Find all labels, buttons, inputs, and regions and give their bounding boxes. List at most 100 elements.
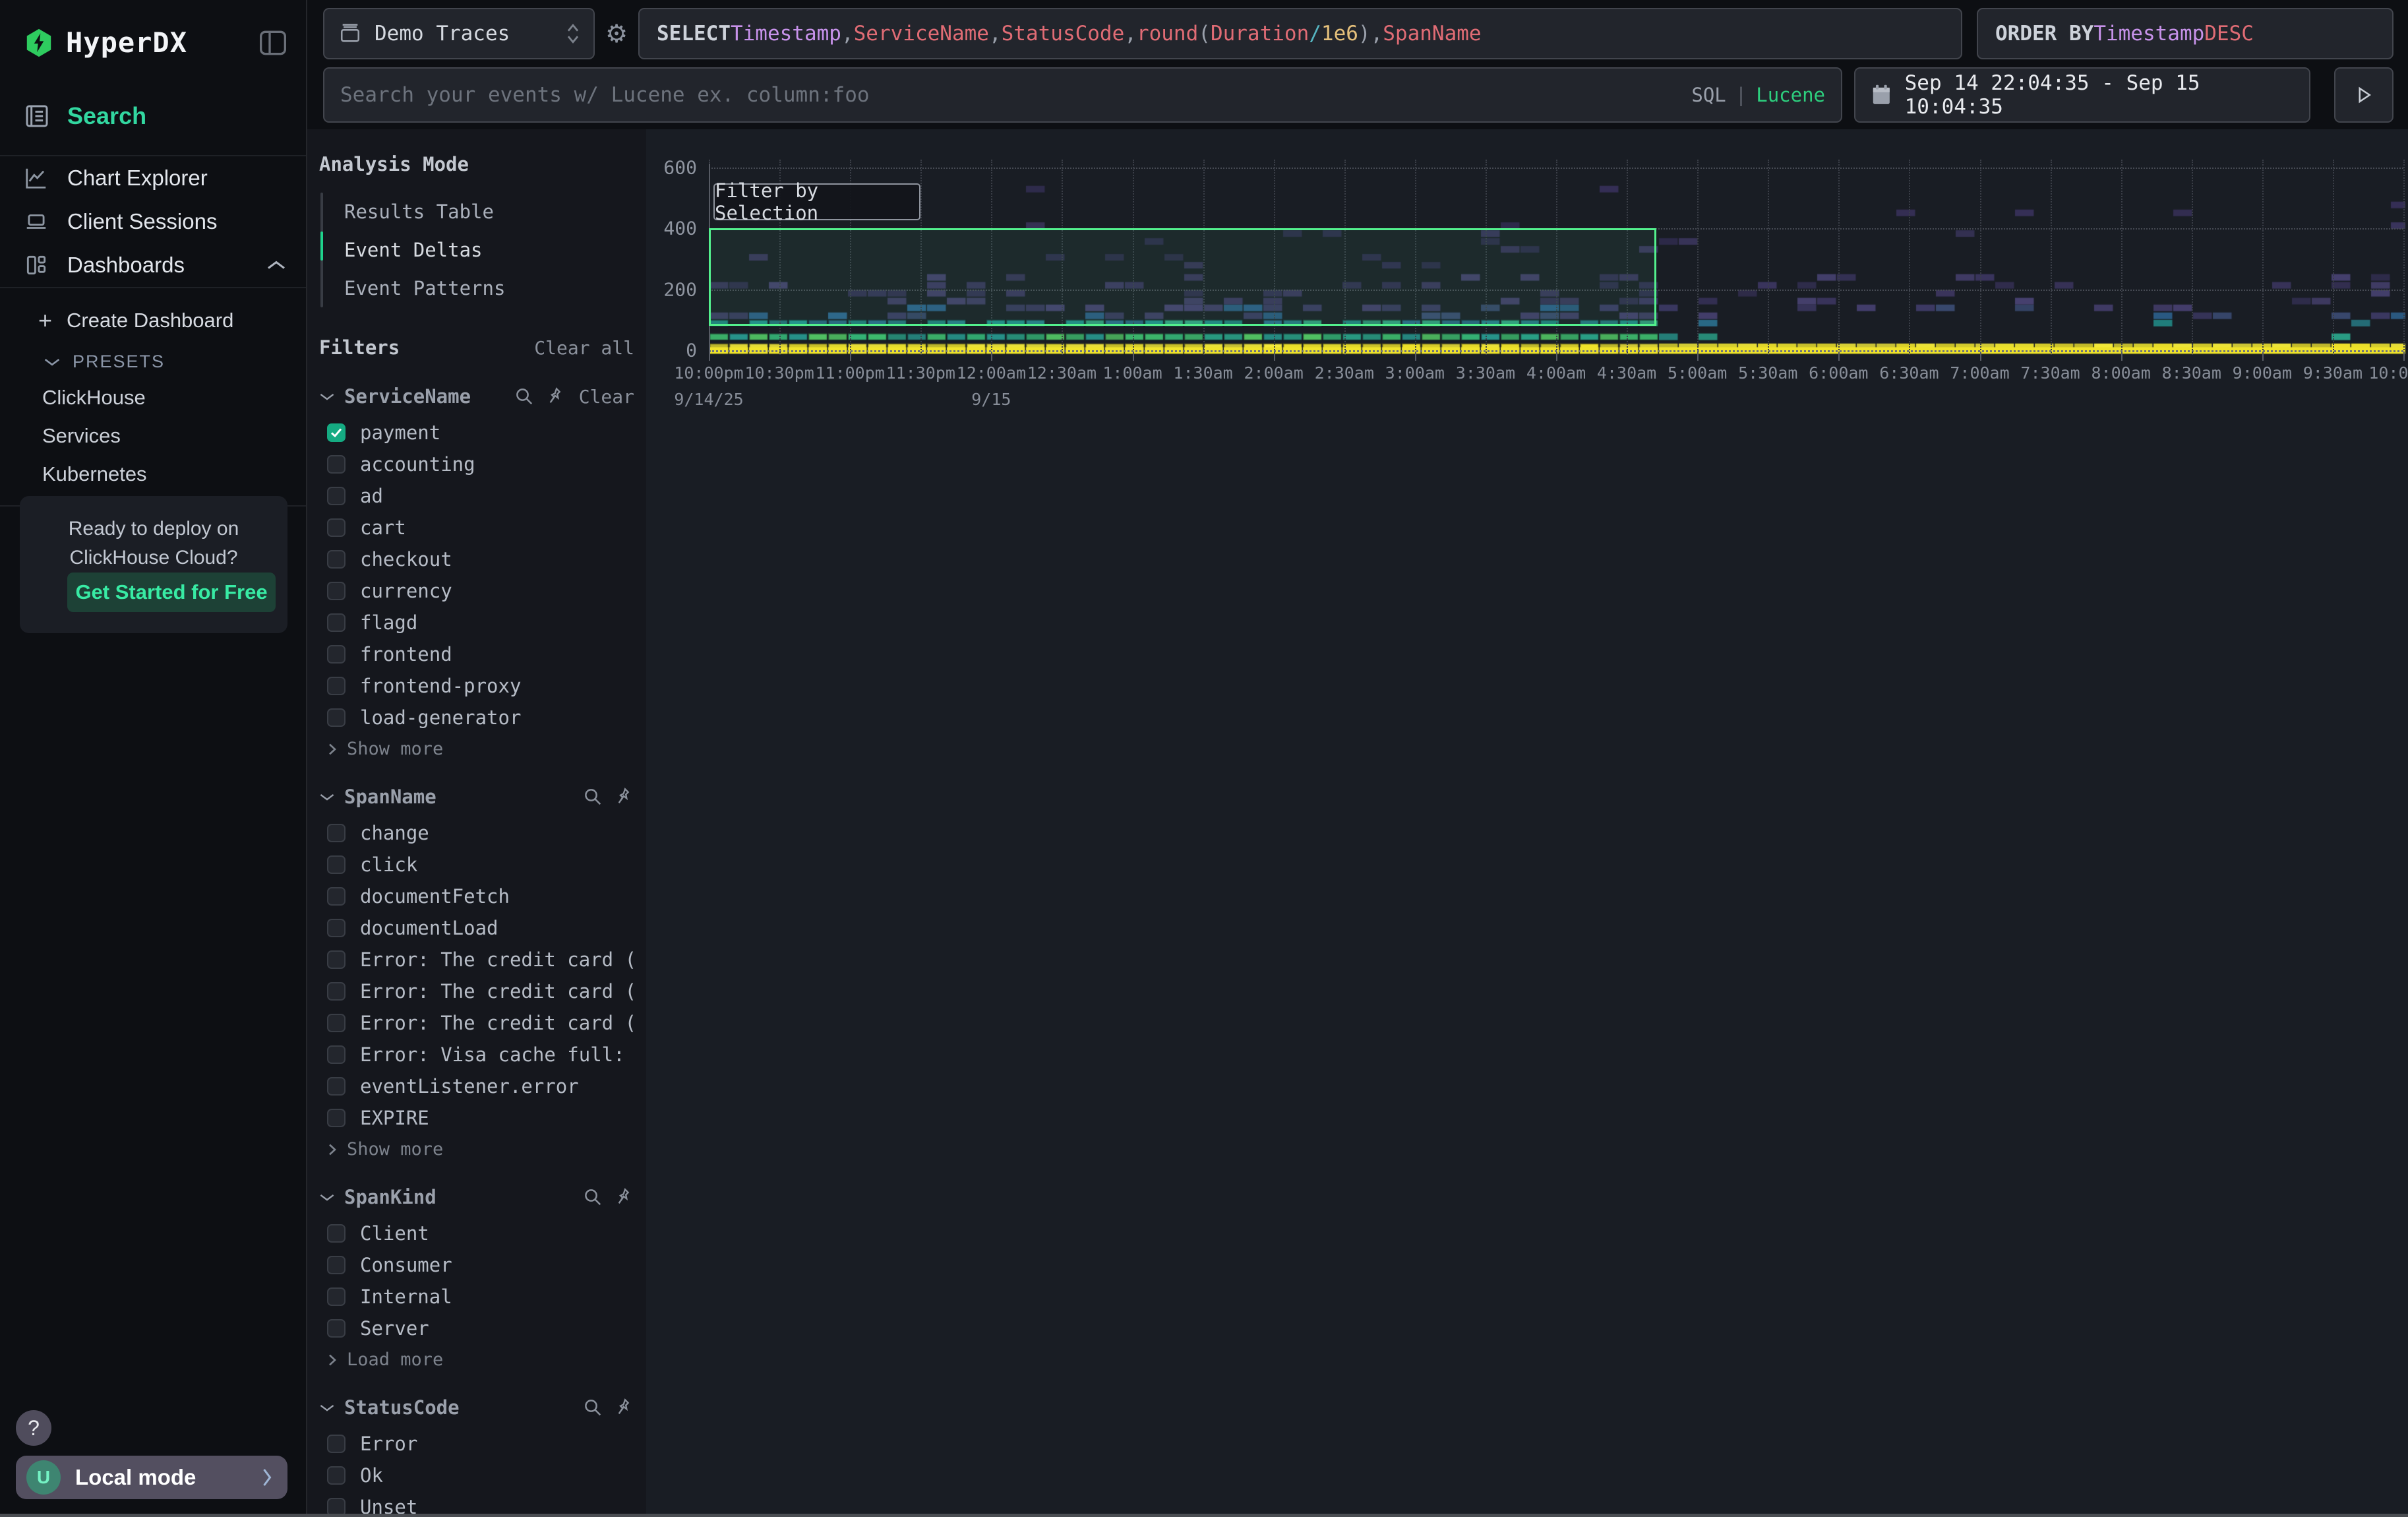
filter-section-header[interactable]: ServiceNameClear bbox=[319, 385, 634, 408]
source-select[interactable]: Demo Traces bbox=[323, 8, 595, 59]
filter-option[interactable]: accounting bbox=[319, 449, 634, 480]
checkbox-unchecked[interactable] bbox=[327, 1109, 346, 1127]
filter-option[interactable]: Error: Visa cache full: … bbox=[319, 1039, 634, 1070]
checkbox-unchecked[interactable] bbox=[327, 677, 346, 695]
checkbox-unchecked[interactable] bbox=[327, 950, 346, 969]
sidebar-item-kubernetes[interactable]: Kubernetes bbox=[0, 455, 306, 493]
pin-icon[interactable] bbox=[616, 1398, 634, 1417]
sidebar-item-search[interactable]: Search bbox=[0, 59, 306, 130]
checkbox-unchecked[interactable] bbox=[327, 613, 346, 632]
checkbox-unchecked[interactable] bbox=[327, 1077, 346, 1096]
chart-selection-region[interactable] bbox=[709, 228, 1656, 326]
chevron-right-icon[interactable] bbox=[327, 1142, 338, 1157]
analysis-mode-item[interactable]: Results Table bbox=[323, 193, 634, 231]
sidebar-item-clickhouse[interactable]: ClickHouse bbox=[0, 379, 306, 417]
filter-option[interactable]: eventListener.error bbox=[319, 1070, 634, 1102]
filter-option[interactable]: frontend bbox=[319, 638, 634, 670]
show-more-button[interactable]: Show more bbox=[319, 733, 634, 759]
filter-option[interactable]: Error: The credit card (… bbox=[319, 1007, 634, 1039]
filter-option[interactable]: Consumer bbox=[319, 1249, 634, 1281]
filter-option[interactable]: Ok bbox=[319, 1460, 634, 1491]
search-icon[interactable] bbox=[583, 1398, 603, 1417]
filter-option[interactable]: Error: The credit card (… bbox=[319, 944, 634, 975]
user-menu[interactable]: U Local mode bbox=[16, 1456, 287, 1499]
filter-option[interactable]: currency bbox=[319, 575, 634, 607]
filter-option[interactable]: click bbox=[319, 849, 634, 881]
sidebar-item-services[interactable]: Services bbox=[0, 417, 306, 455]
search-input[interactable] bbox=[340, 83, 1691, 107]
checkbox-unchecked[interactable] bbox=[327, 582, 346, 600]
filter-option[interactable]: Error: The credit card (… bbox=[319, 975, 634, 1007]
source-settings-gear-icon[interactable]: ⚙ bbox=[595, 8, 638, 59]
filter-option[interactable]: change bbox=[319, 817, 634, 849]
checkbox-unchecked[interactable] bbox=[327, 1287, 346, 1306]
checkbox-unchecked[interactable] bbox=[327, 1466, 346, 1485]
help-button[interactable]: ? bbox=[16, 1410, 51, 1446]
presets-toggle[interactable]: PRESETS bbox=[0, 344, 306, 379]
filter-option[interactable]: ad bbox=[319, 480, 634, 512]
checkbox-unchecked[interactable] bbox=[327, 550, 346, 569]
pin-icon[interactable] bbox=[616, 1188, 634, 1206]
filter-option[interactable]: checkout bbox=[319, 543, 634, 575]
order-by-input[interactable]: ORDER BY Timestamp DESC bbox=[1977, 8, 2393, 59]
filter-option[interactable]: Error bbox=[319, 1428, 634, 1460]
sidebar-item-dashboards[interactable]: Dashboards bbox=[0, 243, 306, 287]
sql-select-input[interactable]: SELECT Timestamp, ServiceName, StatusCod… bbox=[638, 8, 1962, 59]
search-icon[interactable] bbox=[583, 1187, 603, 1207]
chevron-down-icon[interactable] bbox=[319, 1192, 335, 1202]
checkbox-unchecked[interactable] bbox=[327, 1045, 346, 1064]
sidebar-collapse-icon[interactable] bbox=[260, 30, 286, 55]
clear-all-button[interactable]: Clear all bbox=[534, 337, 634, 359]
search-icon[interactable] bbox=[514, 387, 534, 406]
checkbox-unchecked[interactable] bbox=[327, 1014, 346, 1032]
checkbox-unchecked[interactable] bbox=[327, 855, 346, 874]
filter-section-header[interactable]: SpanKind bbox=[319, 1186, 634, 1208]
chevron-down-icon[interactable] bbox=[319, 1403, 335, 1413]
filter-option[interactable]: documentLoad bbox=[319, 912, 634, 944]
get-started-button[interactable]: Get Started for Free bbox=[67, 573, 276, 612]
checkbox-unchecked[interactable] bbox=[327, 1224, 346, 1243]
filter-option[interactable]: documentFetch bbox=[319, 881, 634, 912]
checkbox-unchecked[interactable] bbox=[327, 1319, 346, 1338]
show-more-button[interactable]: Load more bbox=[319, 1344, 634, 1370]
checkbox-unchecked[interactable] bbox=[327, 824, 346, 842]
checkbox-unchecked[interactable] bbox=[327, 708, 346, 727]
create-dashboard-button[interactable]: + Create Dashboard bbox=[0, 297, 306, 344]
lucene-mode-button[interactable]: Lucene bbox=[1756, 84, 1825, 106]
filter-option[interactable]: Client bbox=[319, 1218, 634, 1249]
checkbox-unchecked[interactable] bbox=[327, 455, 346, 474]
filter-option[interactable]: EXPIRE bbox=[319, 1102, 634, 1134]
sidebar-item-chart-explorer[interactable]: Chart Explorer bbox=[0, 156, 306, 200]
chevron-down-icon[interactable] bbox=[319, 392, 335, 402]
filter-option[interactable]: flagd bbox=[319, 607, 634, 638]
checkbox-unchecked[interactable] bbox=[327, 518, 346, 537]
run-query-button[interactable] bbox=[2334, 67, 2393, 123]
checkbox-unchecked[interactable] bbox=[327, 887, 346, 906]
sql-mode-button[interactable]: SQL bbox=[1691, 84, 1726, 106]
checkbox-unchecked[interactable] bbox=[327, 919, 346, 937]
filter-section-header[interactable]: SpanName bbox=[319, 786, 634, 808]
bottom-scrollbar-track[interactable] bbox=[0, 1514, 2408, 1517]
filter-by-selection-button[interactable]: Filter by Selection bbox=[713, 183, 920, 220]
checkbox-unchecked[interactable] bbox=[327, 1256, 346, 1274]
analysis-mode-item[interactable]: Event Patterns bbox=[323, 269, 634, 307]
section-clear-button[interactable]: Clear bbox=[579, 386, 634, 408]
filter-section-header[interactable]: StatusCode bbox=[319, 1396, 634, 1419]
chevron-right-icon[interactable] bbox=[327, 742, 338, 757]
filter-option[interactable]: cart bbox=[319, 512, 634, 543]
search-icon[interactable] bbox=[583, 787, 603, 807]
checkbox-unchecked[interactable] bbox=[327, 645, 346, 664]
filter-option[interactable]: payment bbox=[319, 417, 634, 449]
checkbox-unchecked[interactable] bbox=[327, 1435, 346, 1453]
show-more-button[interactable]: Show more bbox=[319, 1134, 634, 1160]
checkbox-checked[interactable] bbox=[327, 423, 346, 442]
filter-option[interactable]: Server bbox=[319, 1313, 634, 1344]
chevron-right-icon[interactable] bbox=[327, 1353, 338, 1367]
filter-option[interactable]: Internal bbox=[319, 1281, 634, 1313]
filter-option[interactable]: load-generator bbox=[319, 702, 634, 733]
analysis-mode-item[interactable]: Event Deltas bbox=[323, 231, 634, 269]
sidebar-item-client-sessions[interactable]: Client Sessions bbox=[0, 200, 306, 243]
checkbox-unchecked[interactable] bbox=[327, 982, 346, 1001]
filter-option[interactable]: frontend-proxy bbox=[319, 670, 634, 702]
pin-icon[interactable] bbox=[547, 387, 566, 406]
